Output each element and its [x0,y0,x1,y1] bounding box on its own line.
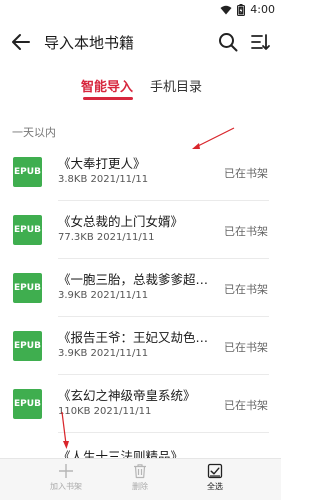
list-item[interactable]: EPUB 《玄幻之神级帝皇系统》 110KB 2021/11/11 已在书架 [0,375,281,433]
delete-button[interactable]: 删除 [110,463,170,492]
epub-file-icon: EPUB [13,215,42,245]
book-meta: 3.9KB 2021/11/11 [58,290,149,301]
add-to-shelf-button[interactable]: 加入书架 [36,463,96,492]
select-all-label: 全选 [207,482,223,491]
sort-icon[interactable] [249,31,271,53]
list-item[interactable]: EPUB 《报告王爷：王妃又劫色了》 3.9KB 2021/11/11 已在书架 [0,317,281,375]
bottom-action-bar: 加入书架 删除 全选 [0,458,281,500]
plus-icon [59,464,73,478]
status-icons: 4:00 [220,3,275,16]
select-all-checkbox-icon [207,463,223,479]
trash-icon [134,464,146,479]
active-tab-indicator [83,97,133,100]
wifi-icon [220,5,232,14]
book-status: 已在书架 [224,341,268,354]
book-title: 《女总裁的上门女婿》 [58,214,184,229]
status-time: 4:00 [250,3,275,16]
back-arrow-icon[interactable] [10,31,32,53]
book-meta: 3.9KB 2021/11/11 [58,348,149,359]
top-bar: 导入本地书籍 [0,26,281,58]
epub-file-icon: EPUB [13,331,42,361]
epub-file-icon: EPUB [13,157,42,187]
book-status: 已在书架 [224,167,268,180]
select-all-button[interactable]: 全选 [185,463,245,492]
book-status: 已在书架 [224,399,268,412]
book-title: 《大奉打更人》 [58,156,146,171]
search-icon[interactable] [217,31,239,53]
section-label: 一天以内 [12,126,56,139]
book-title: 《玄幻之神级帝皇系统》 [58,388,196,403]
status-bar: 4:00 [0,0,281,20]
book-meta: 77.3KB 2021/11/11 [58,232,155,243]
book-meta: 110KB 2021/11/11 [58,406,152,417]
add-to-shelf-label: 加入书架 [50,482,82,491]
book-title: 《报告王爷：王妃又劫色了》 [58,330,218,345]
book-meta: 3.8KB 2021/11/11 [58,174,149,185]
epub-file-icon: EPUB [13,273,42,303]
list-item[interactable]: EPUB 《大奉打更人》 3.8KB 2021/11/11 已在书架 [0,143,281,201]
tab-smart-import[interactable]: 智能导入 [81,76,133,95]
page-title: 导入本地书籍 [44,34,135,52]
delete-label: 删除 [132,482,148,491]
list-item[interactable]: EPUB 《一胞三胎，总裁爹爹超凶... 3.9KB 2021/11/11 已在… [0,259,281,317]
book-status: 已在书架 [224,225,268,238]
book-status: 已在书架 [224,283,268,296]
list-item[interactable]: EPUB 《女总裁的上门女婿》 77.3KB 2021/11/11 已在书架 [0,201,281,259]
tab-phone-directory[interactable]: 手机目录 [150,76,202,95]
battery-icon [237,3,246,16]
book-title: 《一胞三胎，总裁爹爹超凶... [58,272,216,287]
tab-bar: 智能导入 手机目录 [0,76,281,106]
epub-file-icon: EPUB [13,389,42,419]
